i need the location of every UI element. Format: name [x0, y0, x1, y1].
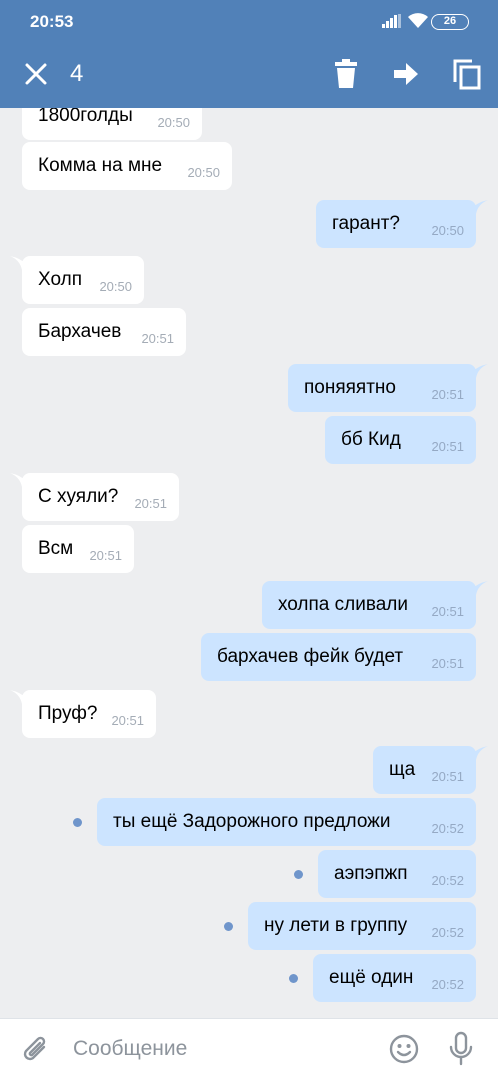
message-time: 20:51: [111, 713, 144, 728]
trash-icon[interactable]: [332, 58, 360, 90]
message-time: 20:52: [431, 925, 464, 940]
status-bar: 20:53 26: [0, 0, 498, 44]
incoming-message[interactable]: Бархачев 20:51: [22, 308, 186, 356]
bubble-tail: [472, 746, 488, 760]
message-text: аэпэпжп: [334, 863, 408, 884]
message-time: 20:51: [134, 496, 167, 511]
bubble-tail: [10, 690, 26, 704]
message-time: 20:50: [99, 279, 132, 294]
selected-count: 4: [70, 60, 84, 87]
message-text: С хуяли?: [38, 486, 119, 507]
message-text: Комма на мне: [38, 155, 163, 176]
message-text: холпа сливали: [278, 594, 409, 615]
incoming-message[interactable]: Пруф? 20:51: [22, 690, 156, 738]
bubble-tail: [472, 581, 488, 595]
message-time: 20:50: [157, 115, 190, 130]
bubble-tail: [472, 200, 488, 214]
message-time: 20:51: [431, 656, 464, 671]
outgoing-message[interactable]: поняяятно 20:51: [288, 364, 476, 412]
outgoing-message[interactable]: гарант? 20:50: [316, 200, 476, 248]
message-text: Холп: [38, 269, 82, 290]
message-time: 20:51: [431, 387, 464, 402]
bubble-tail: [472, 364, 488, 378]
message-time: 20:50: [187, 165, 220, 180]
message-time: 20:51: [89, 548, 122, 563]
outgoing-message[interactable]: ты ещё Задорожного предложи 20:52: [97, 798, 476, 846]
incoming-message[interactable]: Всм 20:51: [22, 525, 134, 573]
selection-header: 4: [0, 44, 498, 108]
signal-icon: [382, 14, 401, 28]
microphone-icon[interactable]: [448, 1031, 474, 1067]
message-list[interactable]: 1800голды 20:50 Комма на мне 20:50 гарант? 20…: [0, 108, 498, 1018]
outgoing-message[interactable]: бб Кид 20:51: [325, 416, 476, 464]
message-text: Пруф?: [38, 703, 98, 724]
message-text: Всм: [38, 538, 74, 559]
message-time: 20:51: [141, 331, 174, 346]
emoji-icon[interactable]: [388, 1033, 420, 1065]
message-time: 20:51: [431, 769, 464, 784]
message-text: гарант?: [332, 213, 400, 234]
message-time: 20:52: [431, 821, 464, 836]
message-time: 20:51: [431, 439, 464, 454]
message-text: бб Кид: [341, 429, 401, 450]
message-text: поняяятно: [304, 377, 396, 398]
status-time: 20:53: [30, 12, 74, 31]
top-bar: 20:53 26 4: [0, 0, 498, 108]
bubble-tail: [10, 473, 26, 487]
message-composer: Сообщение: [0, 1018, 498, 1080]
close-icon[interactable]: [22, 60, 50, 88]
message-text: бархачев фейк будет: [217, 646, 404, 667]
message-time: 20:52: [431, 873, 464, 888]
unread-dot: [73, 818, 82, 827]
incoming-message[interactable]: Комма на мне 20:50: [22, 142, 232, 190]
message-text: ты ещё Задорожного предложи: [113, 811, 391, 832]
outgoing-message[interactable]: бархачев фейк будет 20:51: [201, 633, 476, 681]
incoming-message[interactable]: 1800голды 20:50: [22, 108, 202, 140]
message-input[interactable]: Сообщение: [73, 1037, 187, 1061]
outgoing-message[interactable]: аэпэпжп 20:52: [318, 850, 476, 898]
wifi-icon: [408, 13, 428, 28]
message-time: 20:51: [431, 604, 464, 619]
message-text: ещё один: [329, 967, 414, 988]
battery-indicator: 26: [431, 14, 469, 30]
message-time: 20:52: [431, 977, 464, 992]
bubble-tail: [10, 256, 26, 270]
message-time: 20:50: [431, 223, 464, 238]
message-text: 1800голды: [38, 108, 133, 126]
unread-dot: [224, 922, 233, 931]
forward-icon[interactable]: [392, 60, 420, 88]
outgoing-message[interactable]: холпа сливали 20:51: [262, 581, 476, 629]
message-text: Бархачев: [38, 321, 122, 342]
message-text: ща: [389, 759, 416, 780]
unread-dot: [289, 974, 298, 983]
incoming-message[interactable]: Холп 20:50: [22, 256, 144, 304]
paperclip-icon[interactable]: [22, 1035, 50, 1065]
incoming-message[interactable]: С хуяли? 20:51: [22, 473, 179, 521]
outgoing-message[interactable]: ща 20:51: [373, 746, 476, 794]
message-text: ну лети в группу: [264, 915, 408, 936]
outgoing-message[interactable]: ещё один 20:52: [313, 954, 476, 1002]
unread-dot: [294, 870, 303, 879]
copy-icon[interactable]: [452, 58, 482, 90]
outgoing-message[interactable]: ну лети в группу 20:52: [248, 902, 476, 950]
